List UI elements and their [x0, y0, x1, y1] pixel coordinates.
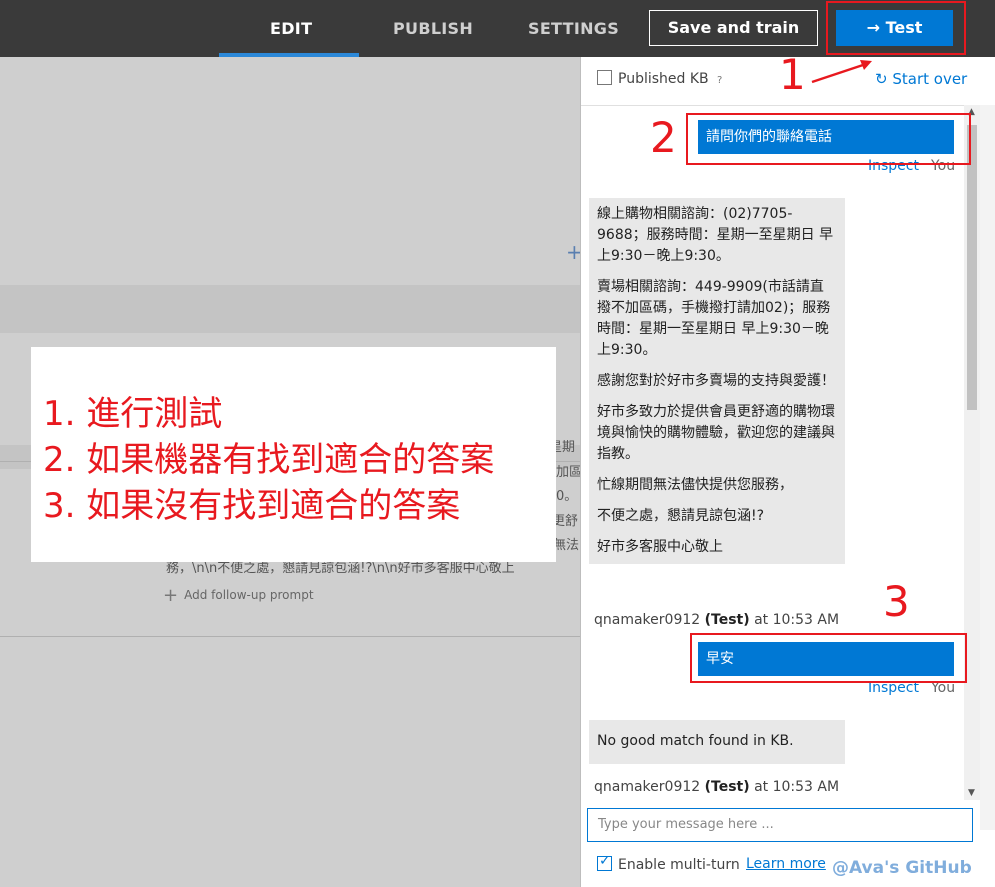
help-icon[interactable]: ?: [713, 74, 727, 88]
published-kb-toggle[interactable]: Published KB?: [597, 70, 727, 88]
user-message: 早安: [698, 642, 954, 676]
top-nav-bar: EDIT PUBLISH SETTINGS Save and train → T…: [0, 0, 995, 57]
watermark: @Ava's GitHub: [832, 858, 972, 878]
step-number: 3: [883, 577, 910, 626]
message-input[interactable]: Type your message here ...: [587, 808, 973, 842]
bot-paragraph: 好市多客服中心敬上: [597, 539, 723, 555]
section-band: [0, 285, 580, 333]
tab-publish[interactable]: PUBLISH: [393, 0, 473, 57]
add-follow-up-prompt[interactable]: + Add follow-up prompt: [163, 585, 314, 606]
divider: [581, 105, 981, 106]
message-meta: Inspect You: [868, 680, 956, 696]
scroll-up-icon[interactable]: ▲: [968, 107, 975, 117]
bot-paragraph: 線上購物相關諮詢：(02)7705-9688；服務時間：星期一至星期日 早上9:…: [597, 206, 834, 264]
tab-settings[interactable]: SETTINGS: [528, 0, 619, 57]
bot-paragraph: 不便之處，懇請見諒包涵!?: [597, 508, 765, 524]
start-over-link[interactable]: ↻ Start over: [875, 70, 967, 88]
step-number: 1: [779, 50, 806, 99]
tab-edit[interactable]: EDIT: [270, 0, 312, 57]
chat-scrollbar[interactable]: ▲ ▼: [964, 105, 980, 800]
bot-paragraph: 感謝您對於好市多賣場的支持與愛護！: [597, 373, 835, 389]
scroll-down-icon[interactable]: ▼: [968, 788, 975, 798]
bot-message: No good match found in KB.: [589, 720, 845, 764]
inspect-link[interactable]: Inspect: [868, 680, 919, 696]
multi-turn-checkbox[interactable]: [597, 853, 612, 871]
test-button[interactable]: → Test: [836, 10, 953, 46]
bot-sender-line: qnamaker0912 (Test) at 10:53 AM: [594, 612, 840, 628]
bot-sender-line: qnamaker0912 (Test) at 10:53 AM: [594, 779, 840, 795]
bot-paragraph: 好市多致力於提供會員更舒適的購物環境與愉快的購物體驗，歡迎您的建議與指教。: [597, 404, 835, 462]
annotation-line: 3. 如果沒有找到適合的答案: [43, 486, 461, 526]
plus-icon: +: [163, 585, 179, 606]
qna-text-fragment: 無法: [553, 538, 580, 553]
bot-paragraph: 忙線期間無法儘快提供您服務，: [597, 477, 793, 493]
annotation-line: 1. 進行測試: [43, 394, 223, 434]
arrow-icon: [811, 60, 872, 84]
scroll-thumb[interactable]: [967, 125, 977, 410]
annotation-note: 1. 進行測試 2. 如果機器有找到適合的答案 3. 如果沒有找到適合的答案: [31, 347, 556, 562]
user-message: 請問你們的聯絡電話: [698, 120, 954, 154]
bot-message: 線上購物相關諮詢：(02)7705-9688；服務時間：星期一至星期日 早上9:…: [589, 198, 845, 564]
test-chat-panel: Published KB? ↻ Start over 請問你們的聯絡電話 Ins…: [580, 57, 995, 887]
published-kb-checkbox[interactable]: [597, 70, 612, 85]
qna-text-fragment: 加區: [556, 465, 583, 480]
bot-paragraph: 賣場相關諮詢：449-9909(市話請直撥不加區碼，手機撥打請加02)；服務時間…: [597, 279, 831, 358]
qna-text-fragment: 0。: [556, 489, 578, 504]
inspect-link[interactable]: Inspect: [868, 158, 919, 174]
divider: [0, 636, 580, 637]
panel-scrollbar[interactable]: [980, 105, 995, 830]
learn-more-link[interactable]: Learn more: [746, 856, 826, 872]
annotation-line: 2. 如果機器有找到適合的答案: [43, 440, 495, 480]
save-and-train-button[interactable]: Save and train: [649, 10, 818, 46]
message-meta: Inspect You: [868, 158, 956, 174]
step-number: 2: [650, 113, 677, 162]
enable-multi-turn-toggle[interactable]: Enable multi-turn: [597, 853, 740, 873]
